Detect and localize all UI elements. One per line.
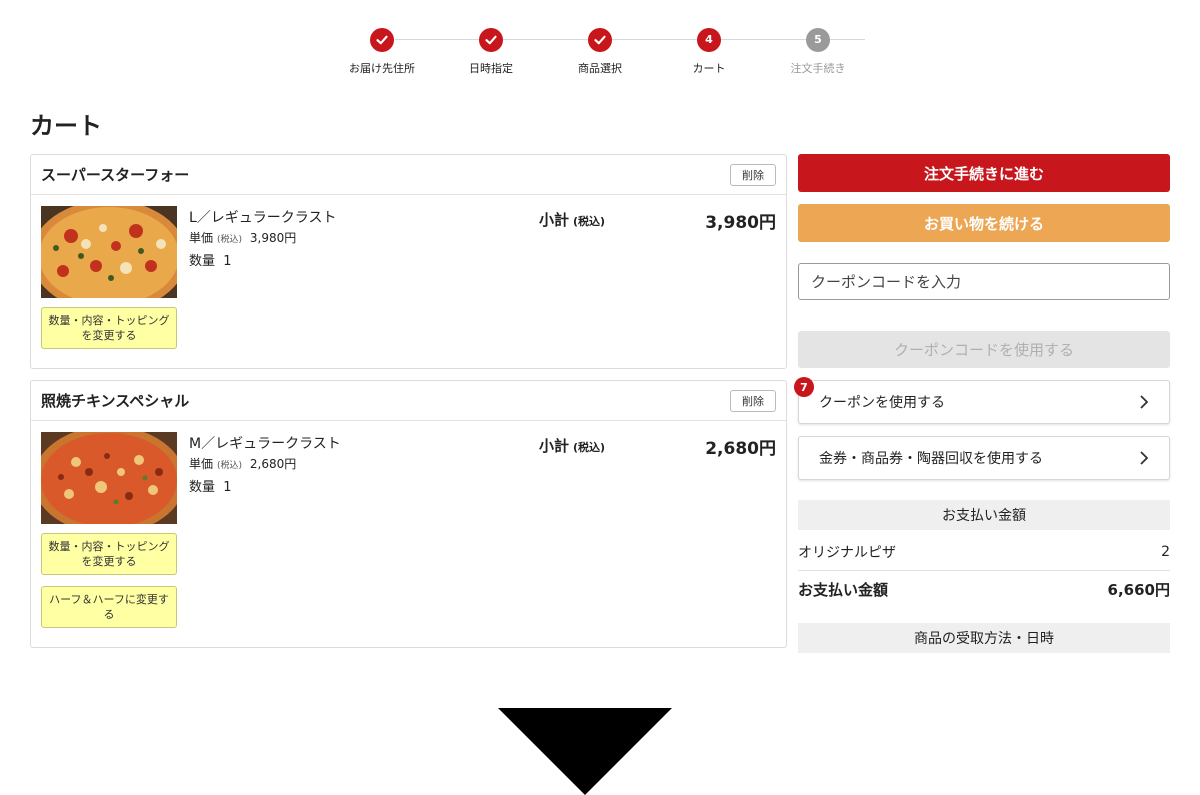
use-voucher-label: 金券・商品券・陶器回収を使用する bbox=[819, 451, 1043, 467]
use-coupon-label: クーポンを使用する bbox=[819, 395, 945, 411]
item-price: 2,680円 bbox=[705, 439, 776, 459]
summary-divider bbox=[798, 570, 1170, 571]
step-address: お届け先住所 bbox=[322, 28, 442, 76]
apply-coupon-button[interactable]: クーポンコードを使用する bbox=[798, 331, 1170, 368]
subtotal-text: 小計 bbox=[539, 211, 570, 229]
unit-label: 単価 bbox=[189, 231, 214, 245]
pizza-image bbox=[41, 432, 177, 524]
change-item-button[interactable]: 数量・内容・トッピングを変更する bbox=[41, 533, 177, 575]
check-icon bbox=[370, 28, 394, 52]
half-and-half-button[interactable]: ハーフ＆ハーフに変更する bbox=[41, 586, 177, 628]
step-number: 4 bbox=[697, 28, 721, 52]
tax-note: (税込) bbox=[217, 461, 243, 471]
unit-price-row: 単価 (税込) 2,680円 bbox=[189, 455, 296, 472]
subtotal-tax: (税込) bbox=[573, 215, 606, 228]
subtotal-label: 小計 (税込) bbox=[539, 435, 605, 456]
total-label: お支払い金額 bbox=[798, 580, 889, 599]
subtotal-tax: (税込) bbox=[573, 441, 606, 454]
use-coupon-link[interactable]: クーポンを使用する bbox=[798, 380, 1170, 424]
qty-value: 1 bbox=[223, 254, 232, 269]
total-value: 6,660円 bbox=[1107, 580, 1170, 599]
continue-shopping-button[interactable]: お買い物を続ける bbox=[798, 204, 1170, 242]
checkout-stepper: お届け先住所 日時指定 商品選択 4 カート 5 注文手続き bbox=[0, 28, 1200, 78]
step-label: 注文手続き bbox=[790, 62, 846, 75]
step-label: お届け先住所 bbox=[349, 62, 415, 75]
step-products: 商品選択 bbox=[540, 28, 660, 76]
unit-label: 単価 bbox=[189, 457, 214, 471]
use-voucher-link[interactable]: 金券・商品券・陶器回収を使用する bbox=[798, 436, 1170, 480]
subtotal-label: 小計 (税込) bbox=[539, 209, 605, 230]
qty-label: 数量 bbox=[189, 480, 216, 495]
step-label: 商品選択 bbox=[578, 62, 622, 75]
cart-item: スーパースターフォー 削除 L／レギュラークラスト 単価 (税込) 3,980円 … bbox=[30, 154, 787, 369]
crust-label: L／レギュラークラスト bbox=[189, 210, 337, 226]
pickup-method-header: 商品の受取方法・日時 bbox=[798, 623, 1170, 653]
page-title: カート bbox=[30, 112, 102, 140]
step-cart: 4 カート bbox=[649, 28, 769, 76]
payment-amount-header: お支払い金額 bbox=[798, 500, 1170, 530]
total-row: お支払い金額 6,660円 bbox=[798, 574, 1170, 604]
item-header: 照焼チキンスペシャル 削除 bbox=[31, 381, 786, 421]
quantity-row: 数量 1 bbox=[189, 250, 232, 269]
item-name: スーパースターフォー bbox=[41, 166, 190, 184]
check-icon bbox=[588, 28, 612, 52]
cart-item: 照焼チキンスペシャル 削除 M／レギュラークラスト 単価 (税込) 2,680円 … bbox=[30, 380, 787, 648]
check-icon bbox=[479, 28, 503, 52]
delete-button[interactable]: 削除 bbox=[730, 390, 776, 412]
chevron-right-icon bbox=[1139, 393, 1149, 416]
quantity-row: 数量 1 bbox=[189, 476, 232, 495]
original-pizza-label: オリジナルピザ bbox=[798, 545, 896, 561]
delete-button[interactable]: 削除 bbox=[730, 164, 776, 186]
subtotal-text: 小計 bbox=[539, 437, 570, 455]
tax-note: (税込) bbox=[217, 235, 243, 245]
coupon-count-badge: 7 bbox=[794, 377, 814, 397]
unit-price: 2,680円 bbox=[249, 457, 297, 471]
pizza-image bbox=[41, 206, 177, 298]
step-label: 日時指定 bbox=[469, 62, 513, 75]
step-datetime: 日時指定 bbox=[431, 28, 551, 76]
item-price: 3,980円 bbox=[705, 213, 776, 233]
step-order: 5 注文手続き bbox=[758, 28, 878, 76]
checkout-button[interactable]: 注文手続きに進む bbox=[798, 154, 1170, 192]
crust-label: M／レギュラークラスト bbox=[189, 436, 341, 452]
chevron-right-icon bbox=[1139, 449, 1149, 472]
step-number: 5 bbox=[806, 28, 830, 52]
item-header: スーパースターフォー 削除 bbox=[31, 155, 786, 195]
step-label: カート bbox=[692, 62, 726, 75]
unit-price: 3,980円 bbox=[249, 231, 297, 245]
unit-price-row: 単価 (税込) 3,980円 bbox=[189, 229, 296, 246]
item-name: 照焼チキンスペシャル bbox=[41, 392, 190, 410]
qty-value: 1 bbox=[223, 480, 232, 495]
down-arrow-icon bbox=[498, 708, 672, 795]
qty-label: 数量 bbox=[189, 254, 216, 269]
change-item-button[interactable]: 数量・内容・トッピングを変更する bbox=[41, 307, 177, 349]
original-pizza-row: オリジナルピザ 2 bbox=[798, 537, 1170, 567]
coupon-code-input[interactable] bbox=[798, 263, 1170, 300]
original-pizza-count: 2 bbox=[1161, 544, 1170, 560]
